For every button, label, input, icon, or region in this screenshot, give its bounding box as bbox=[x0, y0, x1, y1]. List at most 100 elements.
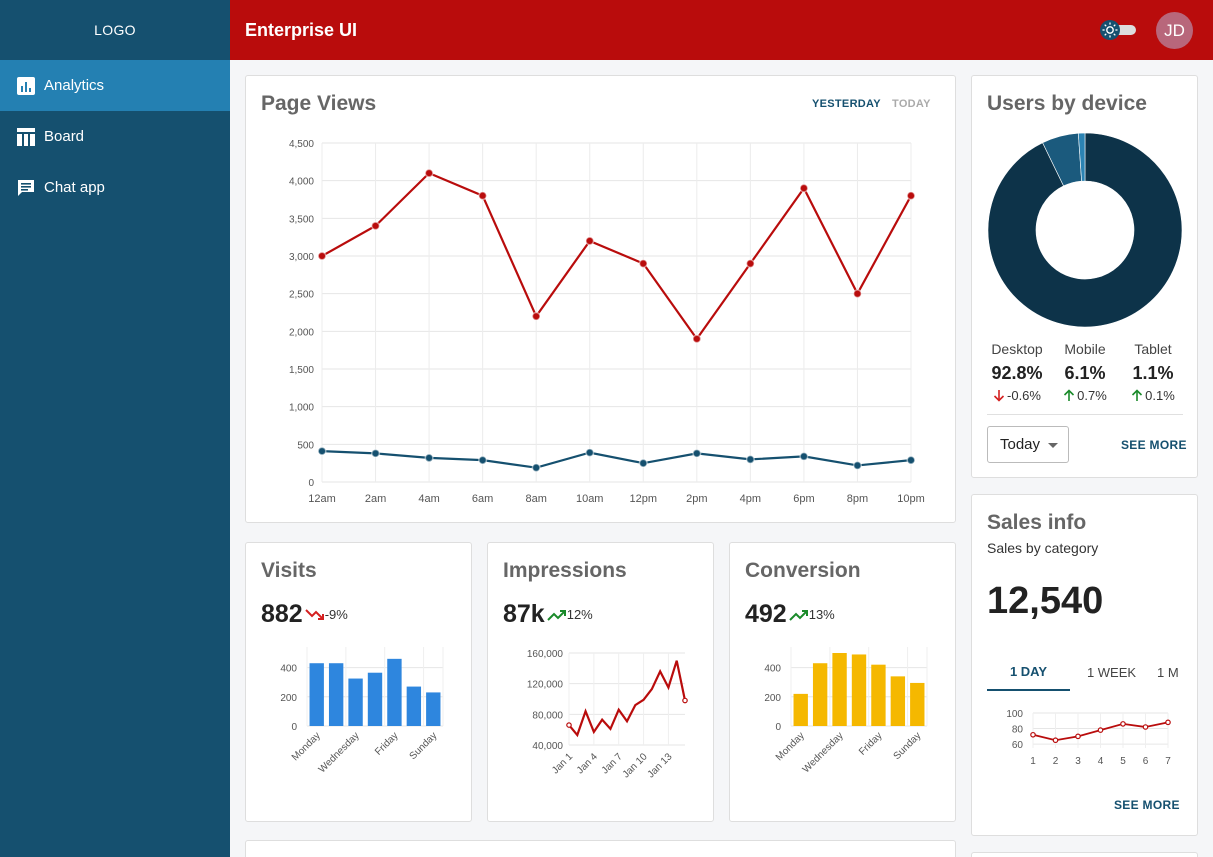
topbar: Enterprise UI JD bbox=[230, 0, 1213, 60]
sidebar-item-label: Board bbox=[44, 128, 85, 145]
data-point bbox=[799, 183, 809, 193]
x-tick-label: 2am bbox=[365, 493, 386, 505]
board-icon bbox=[16, 127, 36, 147]
arrow-up-icon bbox=[1132, 389, 1143, 401]
x-tick-label: Monday bbox=[290, 730, 323, 763]
x-tick-label: Wednesday bbox=[317, 730, 362, 775]
y-tick-label: 2,500 bbox=[289, 290, 314, 301]
x-tick-label: 5 bbox=[1120, 756, 1126, 767]
conversion-chart: 400 200 0MondayWednesday Friday Sunday bbox=[764, 647, 928, 775]
device-change: 0.1% bbox=[1145, 388, 1175, 403]
data-point bbox=[317, 251, 327, 261]
x-tick-label: Jan 10 bbox=[621, 751, 650, 780]
x-tick-label: Jan 4 bbox=[575, 751, 600, 776]
bar bbox=[309, 663, 324, 726]
visits-card: Visits 882 -9% 400 200 0 Monday Wednesday Fri… bbox=[245, 542, 472, 822]
bar bbox=[328, 663, 344, 726]
caret-down-icon bbox=[1048, 443, 1058, 448]
analytics-icon bbox=[16, 76, 36, 96]
device-change: 0.7% bbox=[1077, 388, 1107, 403]
sales-total: 12,540 bbox=[987, 580, 1104, 622]
y-tick-label: 200 bbox=[764, 693, 781, 704]
data-point bbox=[852, 289, 863, 299]
x-tick-label: 12am bbox=[308, 493, 336, 505]
sidebar-item-label: Chat app bbox=[44, 179, 105, 196]
tab-1-month[interactable]: 1 M bbox=[1157, 653, 1197, 691]
tab-1-week[interactable]: 1 WEEK bbox=[1070, 653, 1153, 691]
x-tick-label: Sunday bbox=[892, 730, 924, 762]
x-tick-label: 10am bbox=[576, 493, 604, 505]
device-pct: 92.8% bbox=[991, 363, 1043, 383]
bar bbox=[426, 692, 441, 726]
y-tick-label: 1,000 bbox=[289, 403, 314, 414]
y-tick-label: 3,500 bbox=[289, 214, 314, 225]
sidebar-item-analytics[interactable]: Analytics bbox=[0, 60, 230, 111]
y-tick-label: 200 bbox=[280, 693, 297, 704]
data-point bbox=[638, 458, 648, 468]
data-point bbox=[1052, 737, 1059, 744]
x-tick-label: 3 bbox=[1075, 756, 1081, 767]
bottom-card bbox=[245, 840, 956, 857]
arrow-up-icon bbox=[1064, 389, 1075, 401]
data-point bbox=[585, 448, 595, 458]
data-point bbox=[424, 168, 434, 178]
tab-1-day[interactable]: 1 DAY bbox=[987, 653, 1070, 691]
y-tick-label: 0 bbox=[308, 478, 314, 489]
device-label: Desktop bbox=[991, 341, 1043, 357]
x-tick-label: Wednesday bbox=[801, 730, 846, 775]
bottom-right-card bbox=[971, 852, 1198, 857]
impressions-card: Impressions 87k 12% 160,000 120,000 80,000… bbox=[487, 542, 714, 822]
data-point bbox=[906, 455, 916, 465]
x-tick-label: 8pm bbox=[847, 493, 868, 505]
x-tick-label: Monday bbox=[774, 730, 807, 763]
theme-toggle[interactable] bbox=[1100, 20, 1138, 40]
x-tick-label: Sunday bbox=[408, 730, 440, 762]
sales-subtitle: Sales by category bbox=[987, 540, 1099, 556]
sidebar-item-board[interactable]: Board bbox=[0, 111, 230, 162]
y-tick-label: 40,000 bbox=[532, 741, 563, 752]
data-point bbox=[370, 448, 381, 458]
data-point bbox=[682, 697, 688, 704]
period-select[interactable]: Today bbox=[987, 426, 1069, 463]
avatar[interactable]: JD bbox=[1156, 12, 1193, 49]
sales-see-more-button[interactable]: SEE MORE bbox=[1114, 798, 1180, 812]
data-point bbox=[1142, 724, 1149, 730]
data-point bbox=[566, 722, 572, 728]
x-tick-label: Friday bbox=[857, 730, 884, 757]
x-tick-label: 4 bbox=[1098, 756, 1104, 767]
x-tick-label: 8am bbox=[525, 493, 546, 505]
device-mobile: Mobile 6.1% 0.7% bbox=[1050, 341, 1120, 403]
page-views-chart: 4,500 4,000 3,500 3,000 2,500 2,000 1,500 1,000… bbox=[289, 139, 925, 505]
sidebar-item-chat-app[interactable]: Chat app bbox=[0, 162, 230, 213]
bar bbox=[812, 663, 828, 726]
device-tablet: Tablet 1.1% 0.1% bbox=[1118, 341, 1188, 403]
devices-card: Users by device Desktop 92.8% -0.6% Mobi… bbox=[971, 75, 1198, 478]
data-point bbox=[638, 258, 648, 269]
data-point bbox=[745, 258, 755, 269]
x-tick-label: 4pm bbox=[740, 493, 761, 505]
devices-see-more-button[interactable]: SEE MORE bbox=[1121, 438, 1187, 452]
x-tick-label: Jan 1 bbox=[550, 751, 575, 776]
sidebar-item-label: Analytics bbox=[44, 77, 105, 94]
y-tick-label: 60 bbox=[1012, 740, 1024, 751]
arrow-down-icon bbox=[993, 390, 1005, 402]
bar bbox=[348, 678, 363, 726]
device-pct: 6.1% bbox=[1064, 363, 1106, 383]
x-tick-label: 2 bbox=[1053, 756, 1059, 767]
y-tick-label: 4,000 bbox=[289, 177, 314, 188]
data-point bbox=[799, 451, 809, 461]
y-tick-label: 120,000 bbox=[527, 680, 564, 691]
chat-icon bbox=[16, 178, 36, 198]
x-tick-label: 10pm bbox=[897, 493, 925, 505]
data-point bbox=[1165, 719, 1171, 726]
bar bbox=[793, 693, 808, 726]
data-point bbox=[585, 236, 595, 246]
data-point bbox=[1030, 731, 1036, 738]
x-tick-label: Jan 13 bbox=[646, 751, 675, 780]
visits-chart: 400 200 0MondayWednesday Friday Sunday bbox=[280, 647, 444, 775]
y-tick-label: 4,500 bbox=[289, 139, 314, 150]
y-tick-label: 100 bbox=[1006, 709, 1023, 720]
x-tick-label: 1 bbox=[1030, 756, 1036, 767]
device-desktop: Desktop 92.8% -0.6% bbox=[982, 341, 1052, 403]
devices-donut-chart bbox=[987, 132, 1183, 328]
